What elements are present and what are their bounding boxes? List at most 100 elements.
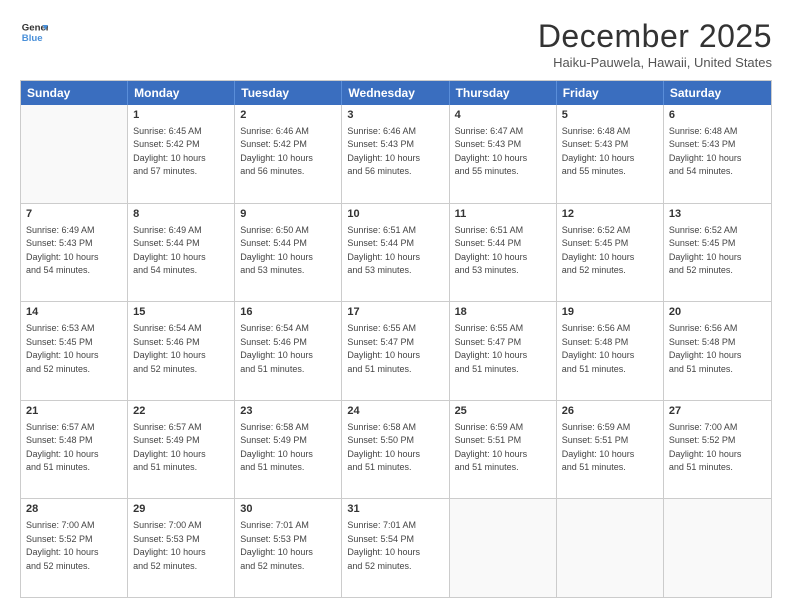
cell-info: Sunrise: 6:54 AMSunset: 5:46 PMDaylight:… <box>240 322 336 376</box>
cal-cell: 26Sunrise: 6:59 AMSunset: 5:51 PMDayligh… <box>557 401 664 499</box>
day-number: 14 <box>26 305 122 321</box>
cal-cell: 31Sunrise: 7:01 AMSunset: 5:54 PMDayligh… <box>342 499 449 597</box>
header-day-sunday: Sunday <box>21 81 128 105</box>
logo: General Blue <box>20 18 48 46</box>
cal-cell: 28Sunrise: 7:00 AMSunset: 5:52 PMDayligh… <box>21 499 128 597</box>
cal-cell: 12Sunrise: 6:52 AMSunset: 5:45 PMDayligh… <box>557 204 664 302</box>
cell-info: Sunrise: 6:59 AMSunset: 5:51 PMDaylight:… <box>562 421 658 475</box>
cal-cell: 10Sunrise: 6:51 AMSunset: 5:44 PMDayligh… <box>342 204 449 302</box>
cell-info: Sunrise: 6:58 AMSunset: 5:50 PMDaylight:… <box>347 421 443 475</box>
cal-cell: 27Sunrise: 7:00 AMSunset: 5:52 PMDayligh… <box>664 401 771 499</box>
header-day-saturday: Saturday <box>664 81 771 105</box>
cal-cell: 18Sunrise: 6:55 AMSunset: 5:47 PMDayligh… <box>450 302 557 400</box>
cell-info: Sunrise: 6:52 AMSunset: 5:45 PMDaylight:… <box>669 224 766 278</box>
cal-cell: 19Sunrise: 6:56 AMSunset: 5:48 PMDayligh… <box>557 302 664 400</box>
cal-cell: 9Sunrise: 6:50 AMSunset: 5:44 PMDaylight… <box>235 204 342 302</box>
cal-cell: 24Sunrise: 6:58 AMSunset: 5:50 PMDayligh… <box>342 401 449 499</box>
cell-info: Sunrise: 6:57 AMSunset: 5:49 PMDaylight:… <box>133 421 229 475</box>
cal-cell: 21Sunrise: 6:57 AMSunset: 5:48 PMDayligh… <box>21 401 128 499</box>
cal-cell: 25Sunrise: 6:59 AMSunset: 5:51 PMDayligh… <box>450 401 557 499</box>
cell-info: Sunrise: 6:48 AMSunset: 5:43 PMDaylight:… <box>669 125 766 179</box>
day-number: 11 <box>455 207 551 223</box>
page-header: General Blue December 2025 Haiku-Pauwela… <box>20 18 772 70</box>
month-title: December 2025 <box>538 18 772 55</box>
cell-info: Sunrise: 6:46 AMSunset: 5:43 PMDaylight:… <box>347 125 443 179</box>
day-number: 9 <box>240 207 336 223</box>
day-number: 12 <box>562 207 658 223</box>
header-day-wednesday: Wednesday <box>342 81 449 105</box>
cal-cell: 7Sunrise: 6:49 AMSunset: 5:43 PMDaylight… <box>21 204 128 302</box>
day-number: 31 <box>347 502 443 518</box>
cal-cell: 15Sunrise: 6:54 AMSunset: 5:46 PMDayligh… <box>128 302 235 400</box>
day-number: 3 <box>347 108 443 124</box>
day-number: 20 <box>669 305 766 321</box>
week-row-3: 21Sunrise: 6:57 AMSunset: 5:48 PMDayligh… <box>21 400 771 499</box>
header-day-thursday: Thursday <box>450 81 557 105</box>
cell-info: Sunrise: 6:58 AMSunset: 5:49 PMDaylight:… <box>240 421 336 475</box>
day-number: 23 <box>240 404 336 420</box>
day-number: 27 <box>669 404 766 420</box>
cal-cell <box>21 105 128 203</box>
cell-info: Sunrise: 6:56 AMSunset: 5:48 PMDaylight:… <box>669 322 766 376</box>
cell-info: Sunrise: 6:59 AMSunset: 5:51 PMDaylight:… <box>455 421 551 475</box>
day-number: 4 <box>455 108 551 124</box>
calendar: SundayMondayTuesdayWednesdayThursdayFrid… <box>20 80 772 598</box>
cell-info: Sunrise: 6:56 AMSunset: 5:48 PMDaylight:… <box>562 322 658 376</box>
day-number: 30 <box>240 502 336 518</box>
cell-info: Sunrise: 6:54 AMSunset: 5:46 PMDaylight:… <box>133 322 229 376</box>
svg-text:General: General <box>22 22 48 33</box>
header-day-monday: Monday <box>128 81 235 105</box>
cal-cell: 1Sunrise: 6:45 AMSunset: 5:42 PMDaylight… <box>128 105 235 203</box>
cell-info: Sunrise: 6:51 AMSunset: 5:44 PMDaylight:… <box>455 224 551 278</box>
cell-info: Sunrise: 6:49 AMSunset: 5:43 PMDaylight:… <box>26 224 122 278</box>
day-number: 7 <box>26 207 122 223</box>
cell-info: Sunrise: 6:57 AMSunset: 5:48 PMDaylight:… <box>26 421 122 475</box>
day-number: 16 <box>240 305 336 321</box>
day-number: 22 <box>133 404 229 420</box>
cell-info: Sunrise: 7:01 AMSunset: 5:54 PMDaylight:… <box>347 519 443 573</box>
cell-info: Sunrise: 6:53 AMSunset: 5:45 PMDaylight:… <box>26 322 122 376</box>
calendar-page: General Blue December 2025 Haiku-Pauwela… <box>0 0 792 612</box>
day-number: 5 <box>562 108 658 124</box>
day-number: 29 <box>133 502 229 518</box>
day-number: 17 <box>347 305 443 321</box>
header-day-friday: Friday <box>557 81 664 105</box>
cal-cell: 4Sunrise: 6:47 AMSunset: 5:43 PMDaylight… <box>450 105 557 203</box>
day-number: 19 <box>562 305 658 321</box>
day-number: 2 <box>240 108 336 124</box>
cal-cell: 16Sunrise: 6:54 AMSunset: 5:46 PMDayligh… <box>235 302 342 400</box>
day-number: 1 <box>133 108 229 124</box>
cell-info: Sunrise: 6:47 AMSunset: 5:43 PMDaylight:… <box>455 125 551 179</box>
day-number: 15 <box>133 305 229 321</box>
cell-info: Sunrise: 6:46 AMSunset: 5:42 PMDaylight:… <box>240 125 336 179</box>
day-number: 6 <box>669 108 766 124</box>
svg-text:Blue: Blue <box>22 33 43 44</box>
cal-cell: 11Sunrise: 6:51 AMSunset: 5:44 PMDayligh… <box>450 204 557 302</box>
cell-info: Sunrise: 6:48 AMSunset: 5:43 PMDaylight:… <box>562 125 658 179</box>
cal-cell: 5Sunrise: 6:48 AMSunset: 5:43 PMDaylight… <box>557 105 664 203</box>
cal-cell: 22Sunrise: 6:57 AMSunset: 5:49 PMDayligh… <box>128 401 235 499</box>
week-row-4: 28Sunrise: 7:00 AMSunset: 5:52 PMDayligh… <box>21 498 771 597</box>
week-row-0: 1Sunrise: 6:45 AMSunset: 5:42 PMDaylight… <box>21 105 771 203</box>
week-row-1: 7Sunrise: 6:49 AMSunset: 5:43 PMDaylight… <box>21 203 771 302</box>
cell-info: Sunrise: 7:00 AMSunset: 5:52 PMDaylight:… <box>26 519 122 573</box>
cell-info: Sunrise: 6:45 AMSunset: 5:42 PMDaylight:… <box>133 125 229 179</box>
day-number: 25 <box>455 404 551 420</box>
cell-info: Sunrise: 6:55 AMSunset: 5:47 PMDaylight:… <box>347 322 443 376</box>
cal-cell: 2Sunrise: 6:46 AMSunset: 5:42 PMDaylight… <box>235 105 342 203</box>
day-number: 26 <box>562 404 658 420</box>
cal-cell: 29Sunrise: 7:00 AMSunset: 5:53 PMDayligh… <box>128 499 235 597</box>
week-row-2: 14Sunrise: 6:53 AMSunset: 5:45 PMDayligh… <box>21 301 771 400</box>
cell-info: Sunrise: 6:52 AMSunset: 5:45 PMDaylight:… <box>562 224 658 278</box>
cell-info: Sunrise: 7:00 AMSunset: 5:53 PMDaylight:… <box>133 519 229 573</box>
cal-cell: 6Sunrise: 6:48 AMSunset: 5:43 PMDaylight… <box>664 105 771 203</box>
cell-info: Sunrise: 6:51 AMSunset: 5:44 PMDaylight:… <box>347 224 443 278</box>
cell-info: Sunrise: 7:00 AMSunset: 5:52 PMDaylight:… <box>669 421 766 475</box>
day-number: 10 <box>347 207 443 223</box>
cal-cell: 14Sunrise: 6:53 AMSunset: 5:45 PMDayligh… <box>21 302 128 400</box>
cell-info: Sunrise: 6:55 AMSunset: 5:47 PMDaylight:… <box>455 322 551 376</box>
day-number: 8 <box>133 207 229 223</box>
logo-icon: General Blue <box>20 18 48 46</box>
day-number: 18 <box>455 305 551 321</box>
cal-cell: 17Sunrise: 6:55 AMSunset: 5:47 PMDayligh… <box>342 302 449 400</box>
